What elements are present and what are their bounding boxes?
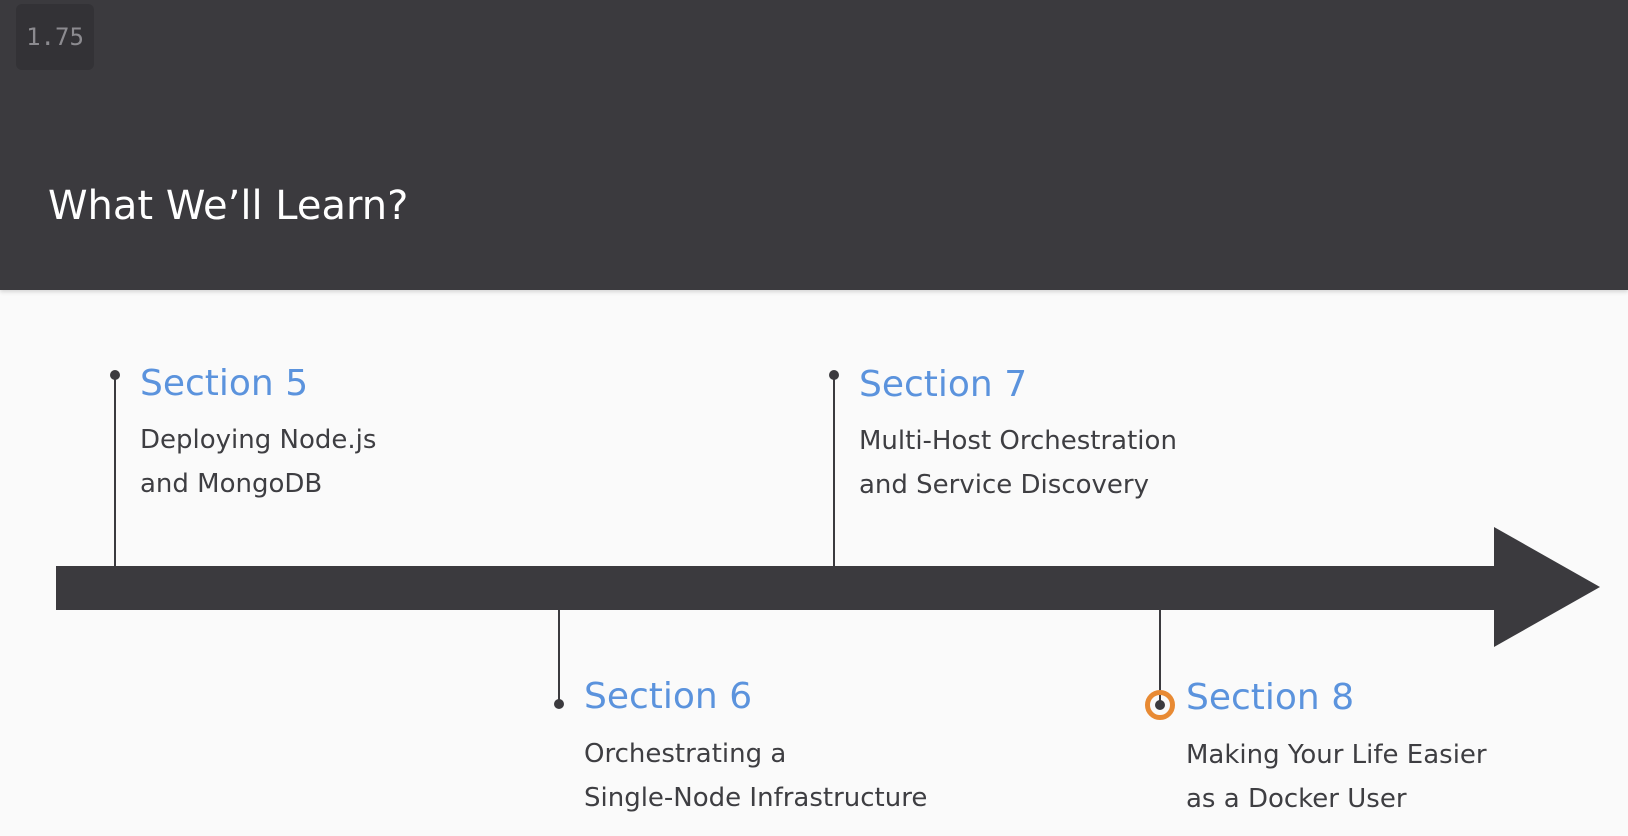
section-6-description: Orchestrating a Single-Node Infrastructu…	[584, 732, 927, 820]
section-6-marker	[554, 699, 564, 709]
section-7-description: Multi-Host Orchestration and Service Dis…	[859, 419, 1177, 507]
section-8-heading: Section 8	[1186, 677, 1355, 718]
section-6-line-1: Orchestrating a	[584, 739, 787, 769]
slide-title: What We’ll Learn?	[48, 183, 409, 229]
section-7-marker	[829, 370, 839, 380]
section-8-line-1: Making Your Life Easier	[1186, 740, 1487, 770]
section-6-connector	[558, 610, 560, 704]
section-8-description: Making Your Life Easier as a Docker User	[1186, 733, 1487, 821]
section-5-heading: Section 5	[140, 363, 309, 404]
timeline-bar	[56, 566, 1496, 610]
section-7-heading: Section 7	[859, 364, 1028, 405]
slide: 1.75 What We’ll Learn? Section 5 Deployi…	[0, 0, 1628, 836]
section-8-marker	[1155, 700, 1165, 710]
section-7-connector	[833, 374, 835, 566]
section-5-line-2: and MongoDB	[140, 469, 323, 499]
section-6-heading: Section 6	[584, 676, 753, 717]
section-6-line-2: Single-Node Infrastructure	[584, 783, 928, 813]
section-7-line-2: and Service Discovery	[859, 470, 1149, 500]
section-7-line-1: Multi-Host Orchestration	[859, 426, 1177, 456]
section-5-line-1: Deploying Node.js	[140, 425, 377, 455]
playback-speed-badge[interactable]: 1.75	[16, 4, 94, 70]
section-8-line-2: as a Docker User	[1186, 784, 1407, 814]
section-5-marker	[110, 370, 120, 380]
section-5-connector	[114, 374, 116, 566]
section-5-description: Deploying Node.js and MongoDB	[140, 418, 376, 506]
timeline-arrow-head	[1494, 527, 1600, 647]
slide-header: 1.75 What We’ll Learn?	[0, 0, 1628, 290]
